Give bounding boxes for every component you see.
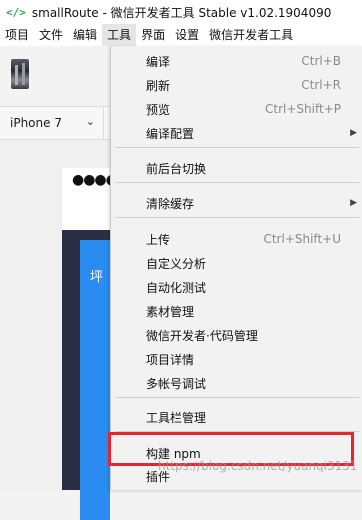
menu-item-shortcut: Ctrl+B xyxy=(301,54,341,68)
menu-item-automation-test[interactable]: 自动化测试 xyxy=(111,275,362,299)
submenu-arrow-icon: ▶ xyxy=(350,198,357,208)
device-bar: iPhone 7 ⌄ xyxy=(0,107,110,140)
menu-item-refresh[interactable]: 刷新 Ctrl+R xyxy=(111,73,362,97)
menu-separator xyxy=(115,217,359,218)
menu-item-upload[interactable]: 上传 Ctrl+Shift+U xyxy=(111,227,362,251)
menu-item-label: 微信开发者·代码管理 xyxy=(146,328,258,343)
title-bar: </> smallRoute - 微信开发者工具 Stable v1.02.19… xyxy=(0,0,362,24)
menu-separator xyxy=(115,397,359,398)
menu-item-clear-cache[interactable]: 清除缓存 ▶ xyxy=(111,191,362,215)
menu-item-label: 工具栏管理 xyxy=(146,410,207,425)
device-label: iPhone 7 xyxy=(10,116,62,130)
menu-item-label: 清除缓存 xyxy=(146,196,195,211)
avatar[interactable] xyxy=(11,59,29,89)
menu-separator xyxy=(115,147,359,148)
menu-item-toolbar-management[interactable]: 工具栏管理 xyxy=(111,405,362,429)
phone-panel-text: 坪 xyxy=(90,270,104,285)
app-code-icon: </> xyxy=(6,5,26,19)
window-title: smallRoute - 微信开发者工具 Stable v1.02.190409… xyxy=(31,5,332,20)
submenu-arrow-icon: ▶ xyxy=(350,128,357,138)
menu-item-project-details[interactable]: 项目详情 xyxy=(111,347,362,371)
menu-item-preview[interactable]: 预览 Ctrl+Shift+P xyxy=(111,97,362,121)
watermark-text: https://blog.csdn.net/yuanqi3131 xyxy=(158,459,358,473)
menu-item-label: 素材管理 xyxy=(146,304,195,319)
menu-item-multi-account-debug[interactable]: 多帐号调试 xyxy=(111,371,362,395)
menu-item-label: 自定义分析 xyxy=(146,256,207,271)
tools-dropdown-menu: 编译 Ctrl+B 刷新 Ctrl+R 预览 Ctrl+Shift+P 编译配置… xyxy=(110,46,362,490)
menu-item-compile[interactable]: 编译 Ctrl+B xyxy=(111,49,362,73)
menu-wechat-devtools[interactable]: 微信开发者工具 xyxy=(204,24,298,46)
menu-edit[interactable]: 编辑 xyxy=(68,24,102,46)
menu-item-label: 上传 xyxy=(146,232,171,247)
menu-item-label: 预览 xyxy=(146,102,171,117)
menu-item-asset-management[interactable]: 素材管理 xyxy=(111,299,362,323)
menu-item-foreground-background[interactable]: 前后台切换 xyxy=(111,156,362,180)
menu-item-label: 自动化测试 xyxy=(146,280,207,295)
menu-item-label: 前后台切换 xyxy=(146,161,207,176)
menu-item-shortcut: Ctrl+Shift+U xyxy=(263,232,341,246)
menu-project[interactable]: 项目 xyxy=(0,24,34,46)
menu-item-label: 项目详情 xyxy=(146,352,195,367)
phone-status-bar: ●●●●● xyxy=(62,168,129,230)
chevron-down-icon: ⌄ xyxy=(85,115,95,128)
menu-item-compile-config[interactable]: 编译配置 ▶ xyxy=(111,121,362,145)
menu-item-code-management[interactable]: 微信开发者·代码管理 xyxy=(111,323,362,347)
phone-blue-panel: 坪 xyxy=(80,240,110,520)
menu-file[interactable]: 文件 xyxy=(34,24,68,46)
menu-item-label: 编译 xyxy=(146,54,171,69)
menu-item-shortcut: Ctrl+R xyxy=(301,78,341,92)
menu-item-custom-analysis[interactable]: 自定义分析 xyxy=(111,251,362,275)
menu-separator xyxy=(115,182,359,183)
menu-item-shortcut: Ctrl+Shift+P xyxy=(265,102,341,116)
menu-settings[interactable]: 设置 xyxy=(170,24,204,46)
device-select[interactable]: iPhone 7 ⌄ xyxy=(0,107,104,139)
simulator-phone: ●●●●● 坪 xyxy=(62,168,129,520)
menu-bar: 项目 文件 编辑 工具 界面 设置 微信开发者工具 xyxy=(0,24,362,46)
menu-tools[interactable]: 工具 xyxy=(102,24,137,46)
menu-item-label: 刷新 xyxy=(146,78,171,93)
menu-item-label: 编译配置 xyxy=(146,126,195,141)
menu-item-label: 多帐号调试 xyxy=(146,376,207,391)
menu-view[interactable]: 界面 xyxy=(136,24,170,46)
